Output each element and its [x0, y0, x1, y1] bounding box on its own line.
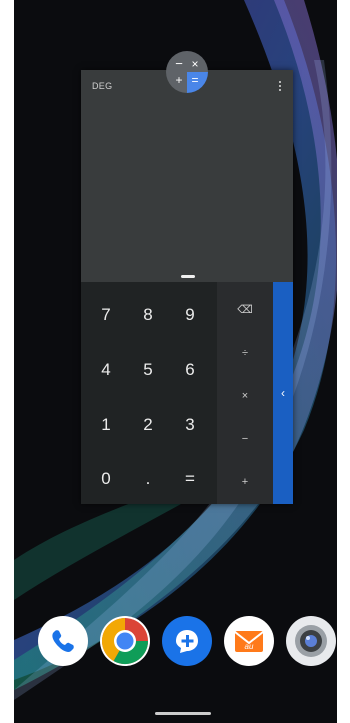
number-pad: 7 8 9 4 5 6 1 2 3 0 . =: [81, 282, 217, 504]
minus-button[interactable]: −: [217, 419, 273, 459]
key-1[interactable]: 1: [84, 403, 128, 447]
key-equals[interactable]: =: [168, 457, 212, 501]
angle-mode-label[interactable]: DEG: [92, 81, 112, 91]
phone-icon[interactable]: [38, 616, 88, 666]
screen-edge-left: [0, 0, 14, 723]
au-mail-icon[interactable]: au: [224, 616, 274, 666]
key-3[interactable]: 3: [168, 403, 212, 447]
key-9[interactable]: 9: [168, 293, 212, 337]
key-2[interactable]: 2: [126, 403, 170, 447]
minus-glyph: −: [175, 56, 183, 71]
svg-text:au: au: [245, 642, 254, 651]
home-screen: DEG 7 8 9 4 5 6 1 2 3 0 . = ⌫ ÷ × − + ‹: [0, 0, 350, 723]
gesture-navigation-bar[interactable]: [155, 712, 211, 715]
plus-glyph: +: [175, 73, 182, 87]
advanced-panel-tab[interactable]: ‹: [273, 282, 293, 504]
key-7[interactable]: 7: [84, 293, 128, 337]
key-4[interactable]: 4: [84, 348, 128, 392]
more-options-icon[interactable]: [277, 80, 283, 94]
chrome-icon-graphic: [101, 618, 149, 665]
camera-icon-graphic: [295, 625, 327, 657]
times-glyph: ×: [191, 57, 198, 71]
chevron-left-icon: ‹: [281, 386, 285, 400]
key-8[interactable]: 8: [126, 293, 170, 337]
phone-icon-graphic: [52, 630, 74, 652]
au-mail-icon-graphic: au: [234, 631, 264, 652]
calculator-recent-card[interactable]: DEG 7 8 9 4 5 6 1 2 3 0 . = ⌫ ÷ × − + ‹: [81, 70, 293, 504]
multiply-button[interactable]: ×: [217, 376, 273, 416]
key-5[interactable]: 5: [126, 348, 170, 392]
calculator-icon-graphic: − × + =: [166, 51, 208, 93]
screen-edge-right: [337, 0, 350, 723]
app-dock: au: [38, 616, 336, 668]
messages-icon[interactable]: [162, 616, 212, 666]
camera-icon[interactable]: [286, 616, 336, 666]
drag-handle[interactable]: [181, 275, 195, 278]
key-0[interactable]: 0: [84, 457, 128, 501]
calculator-display: DEG: [81, 70, 293, 282]
plus-button[interactable]: +: [217, 462, 273, 502]
divide-button[interactable]: ÷: [217, 333, 273, 373]
operator-column: ⌫ ÷ × − +: [217, 282, 273, 504]
backspace-icon[interactable]: ⌫: [217, 290, 273, 330]
calculator-icon[interactable]: − × + =: [166, 51, 208, 93]
key-decimal[interactable]: .: [126, 457, 170, 501]
chrome-icon[interactable]: [100, 616, 150, 666]
messages-icon-graphic: [176, 630, 198, 653]
key-6[interactable]: 6: [168, 348, 212, 392]
equals-glyph: =: [191, 73, 198, 87]
